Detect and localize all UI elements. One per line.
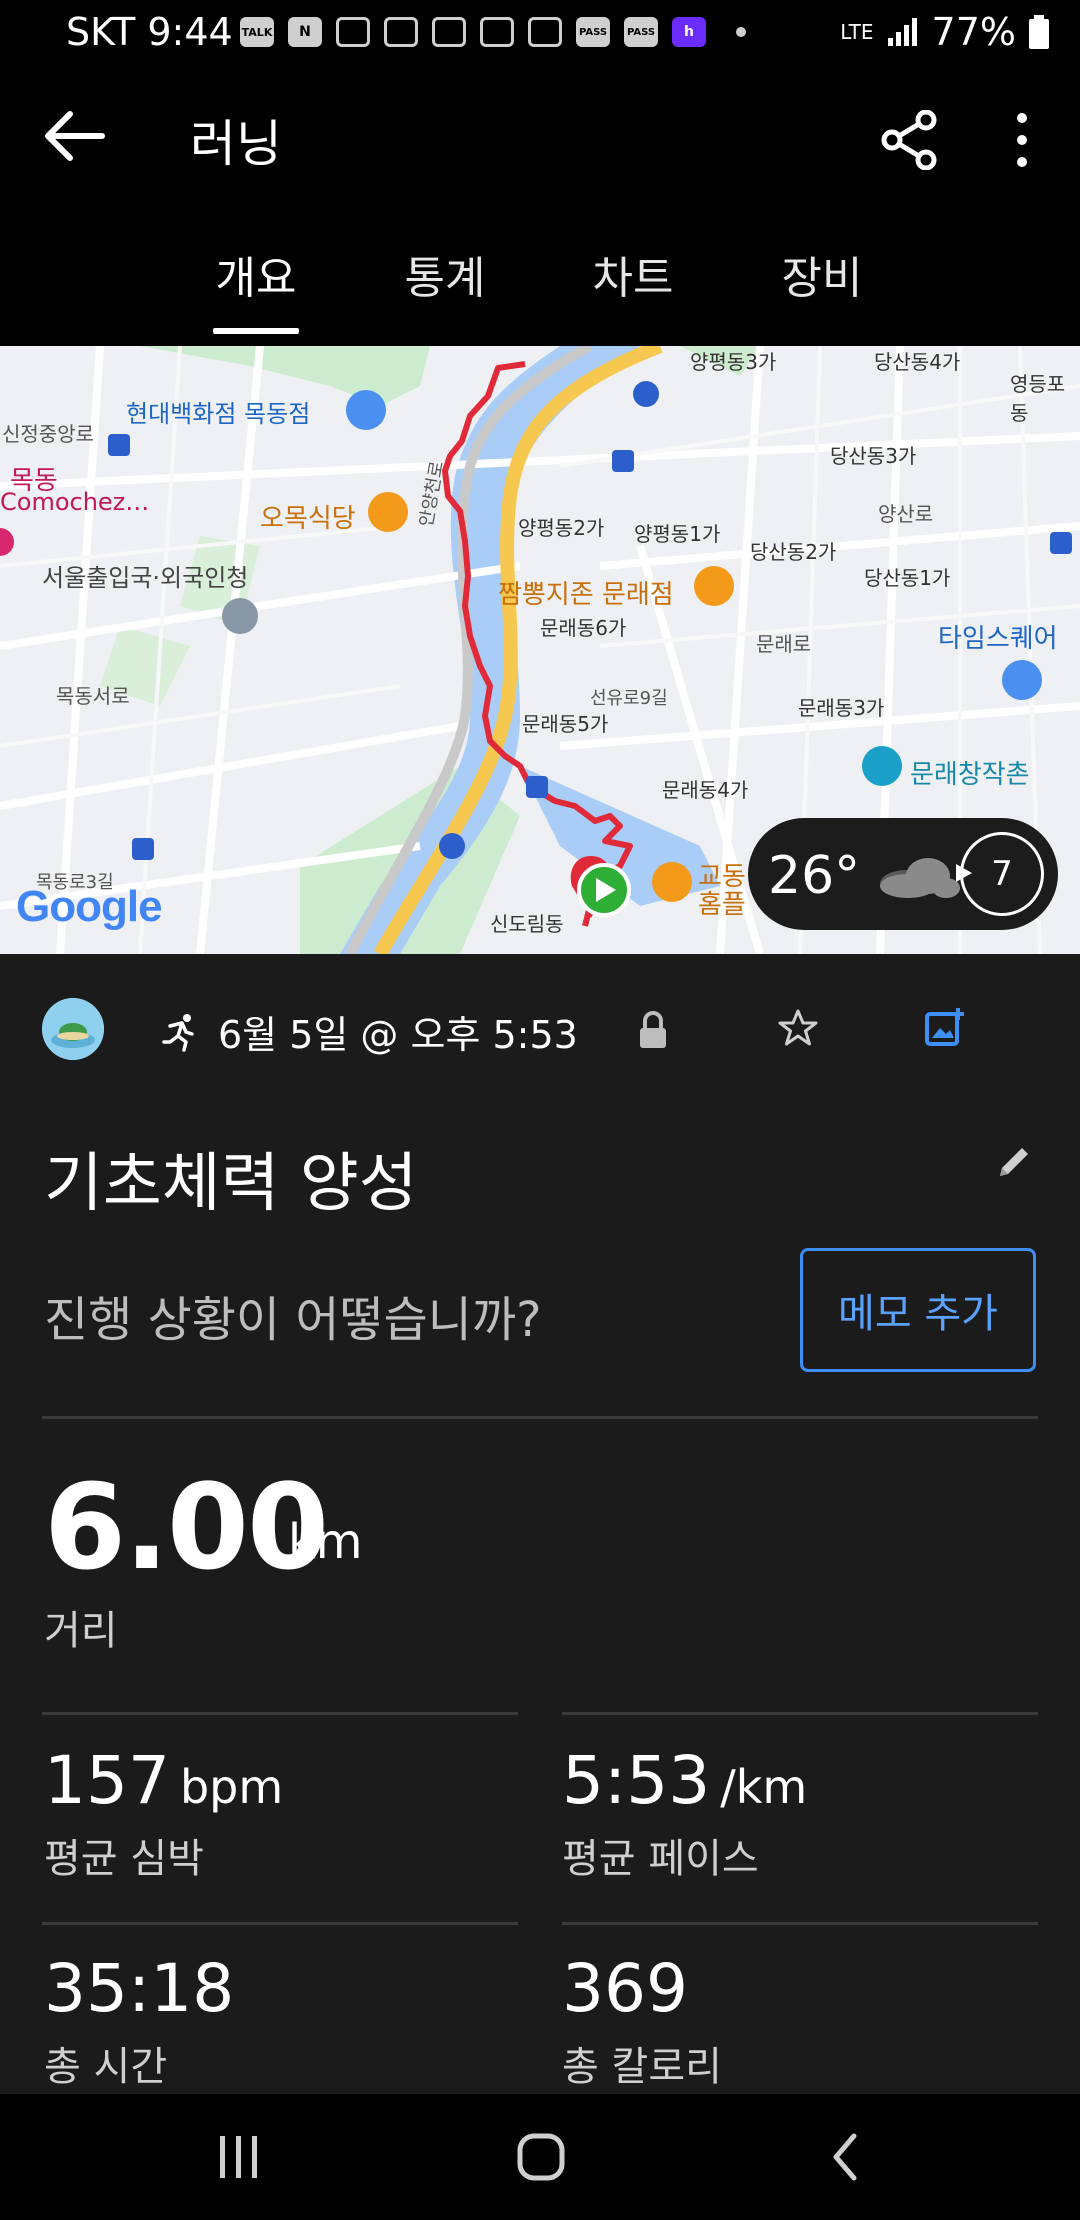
map-label: 양산로 xyxy=(878,502,934,526)
active-tab-indicator xyxy=(213,328,299,334)
island-avatar-icon xyxy=(42,998,104,1060)
back-nav-icon[interactable] xyxy=(826,2132,866,2182)
home-icon[interactable] xyxy=(516,2132,566,2182)
memo-prompt: 진행 상황이 어떻습니까? xyxy=(44,1292,542,1348)
recent-apps-icon[interactable] xyxy=(214,2134,264,2180)
avatar[interactable] xyxy=(42,998,104,1060)
map-label: 짬뽕지존 문래점 xyxy=(498,580,674,610)
divider xyxy=(42,1922,518,1925)
signal-icon xyxy=(887,18,917,46)
distance-label: 거리 xyxy=(44,1608,118,1654)
map-label: 당산동1가 xyxy=(864,566,951,590)
tab-overview[interactable]: 개요 xyxy=(176,242,336,306)
map-label: 문래동5가 xyxy=(522,712,609,736)
page-title: 러닝 xyxy=(190,115,282,173)
map-label: 양평동2가 xyxy=(518,516,605,540)
star-icon[interactable] xyxy=(778,1008,818,1048)
pencil-edit-icon[interactable] xyxy=(994,1142,1034,1182)
weather-temperature: 26° xyxy=(768,846,861,906)
map-label: 서울출입국·외국인청 xyxy=(42,564,249,592)
back-arrow-icon[interactable] xyxy=(40,106,110,166)
total-time-value: 35:18 xyxy=(44,1950,235,2027)
google-logo: Google xyxy=(16,882,163,931)
map-label: 홈플 xyxy=(698,890,746,920)
app-bar: 러닝 xyxy=(0,66,1080,206)
distance-value: 6.00 xyxy=(44,1458,329,1596)
notification-icons: TALK N PASS PASS h xyxy=(240,14,746,50)
map-label: 영등포동 xyxy=(1010,372,1066,425)
pace-unit: /km xyxy=(720,1760,808,1814)
total-time-label: 총 시간 xyxy=(44,2044,168,2090)
hexagon-notification-icon xyxy=(528,17,562,47)
tab-charts[interactable]: 차트 xyxy=(553,242,713,306)
wind-direction-icon xyxy=(956,864,972,882)
distance-unit: km xyxy=(288,1514,363,1570)
calories-value: 369 xyxy=(562,1950,688,2027)
status-carrier-time: SKT 9:44 xyxy=(66,10,233,54)
activity-date-time: 6월 5일 @ 오후 5:53 xyxy=(218,1013,578,1057)
map-label: 오목식당 xyxy=(260,504,356,534)
battery-icon xyxy=(1029,15,1049,49)
map-label: 당산동3가 xyxy=(830,444,917,468)
map-label: 문래창작촌 xyxy=(910,760,1030,790)
map-label: 문래동6가 xyxy=(540,616,627,640)
map-label: 신정중앙로 xyxy=(2,422,94,446)
talk-notification-icon: TALK xyxy=(240,17,274,47)
more-notifications-dot-icon xyxy=(736,27,746,37)
divider xyxy=(562,1712,1038,1715)
activity-title: 기초체력 양성 xyxy=(44,1147,418,1221)
map-label: 문래로 xyxy=(756,632,812,656)
app-notification-icon xyxy=(384,17,418,47)
pace-value: 5:53 xyxy=(562,1742,711,1819)
map-label: Comochez… xyxy=(0,488,150,516)
map-label: 당산동4가 xyxy=(874,350,961,374)
cloud-icon xyxy=(880,858,960,898)
pass-notification-icon-2: PASS xyxy=(624,17,658,47)
wind-speed-value: 7 xyxy=(991,854,1013,894)
coffee-notification-icon xyxy=(432,17,466,47)
heart-rate-stat: 157 bpm xyxy=(44,1742,283,1819)
map-label: 선유로9길 xyxy=(590,688,668,709)
status-right: LTE 77% xyxy=(840,10,1050,54)
map-label: 당산동2가 xyxy=(750,540,837,564)
map-label: 현대백화점 목동점 xyxy=(126,400,311,428)
add-memo-button[interactable]: 메모 추가 xyxy=(800,1248,1036,1372)
weather-badge: 26° 7 xyxy=(748,818,1058,930)
tab-bar: 개요 통계 차트 장비 xyxy=(0,206,1080,346)
card-notification-icon xyxy=(480,17,514,47)
running-icon xyxy=(162,1013,194,1052)
map-label: 신도림동 xyxy=(490,912,564,936)
tab-gear[interactable]: 장비 xyxy=(742,242,902,306)
status-bar: SKT 9:44 TALK N PASS PASS h LTE 77% xyxy=(0,0,1080,66)
pace-label: 평균 페이스 xyxy=(562,1836,759,1882)
more-options-icon[interactable] xyxy=(1000,110,1044,170)
naver-notification-icon: N xyxy=(288,17,322,47)
map-label: 양평동3가 xyxy=(690,350,777,374)
map-label: 목동서로 xyxy=(56,684,130,708)
calories-label: 총 칼로리 xyxy=(562,2044,722,2090)
map-label: 타임스퀘어 xyxy=(938,624,1058,654)
divider xyxy=(562,1922,1038,1925)
tab-stats[interactable]: 통계 xyxy=(365,242,525,306)
heart-rate-label: 평균 심박 xyxy=(44,1836,204,1882)
share-icon[interactable] xyxy=(880,110,940,170)
wallet-notification-icon xyxy=(336,17,370,47)
h-notification-icon: h xyxy=(672,17,706,47)
divider xyxy=(42,1416,1038,1419)
heart-rate-unit: bpm xyxy=(179,1760,284,1814)
add-photo-icon[interactable] xyxy=(924,1006,966,1048)
map-label: 양평동1가 xyxy=(634,522,721,546)
lock-icon[interactable] xyxy=(636,1010,670,1050)
system-nav-bar xyxy=(0,2094,1080,2220)
map-label: 문래동4가 xyxy=(662,778,749,802)
battery-percent: 77% xyxy=(931,10,1016,54)
divider xyxy=(42,1712,518,1715)
map-label: 문래동3가 xyxy=(798,696,885,720)
activity-date-row: 6월 5일 @ 오후 5:53 xyxy=(160,1004,578,1059)
heart-rate-value: 157 xyxy=(44,1742,170,1819)
pass-notification-icon: PASS xyxy=(576,17,610,47)
pace-stat: 5:53/km xyxy=(562,1742,807,1819)
lte-indicator: LTE xyxy=(840,20,874,44)
